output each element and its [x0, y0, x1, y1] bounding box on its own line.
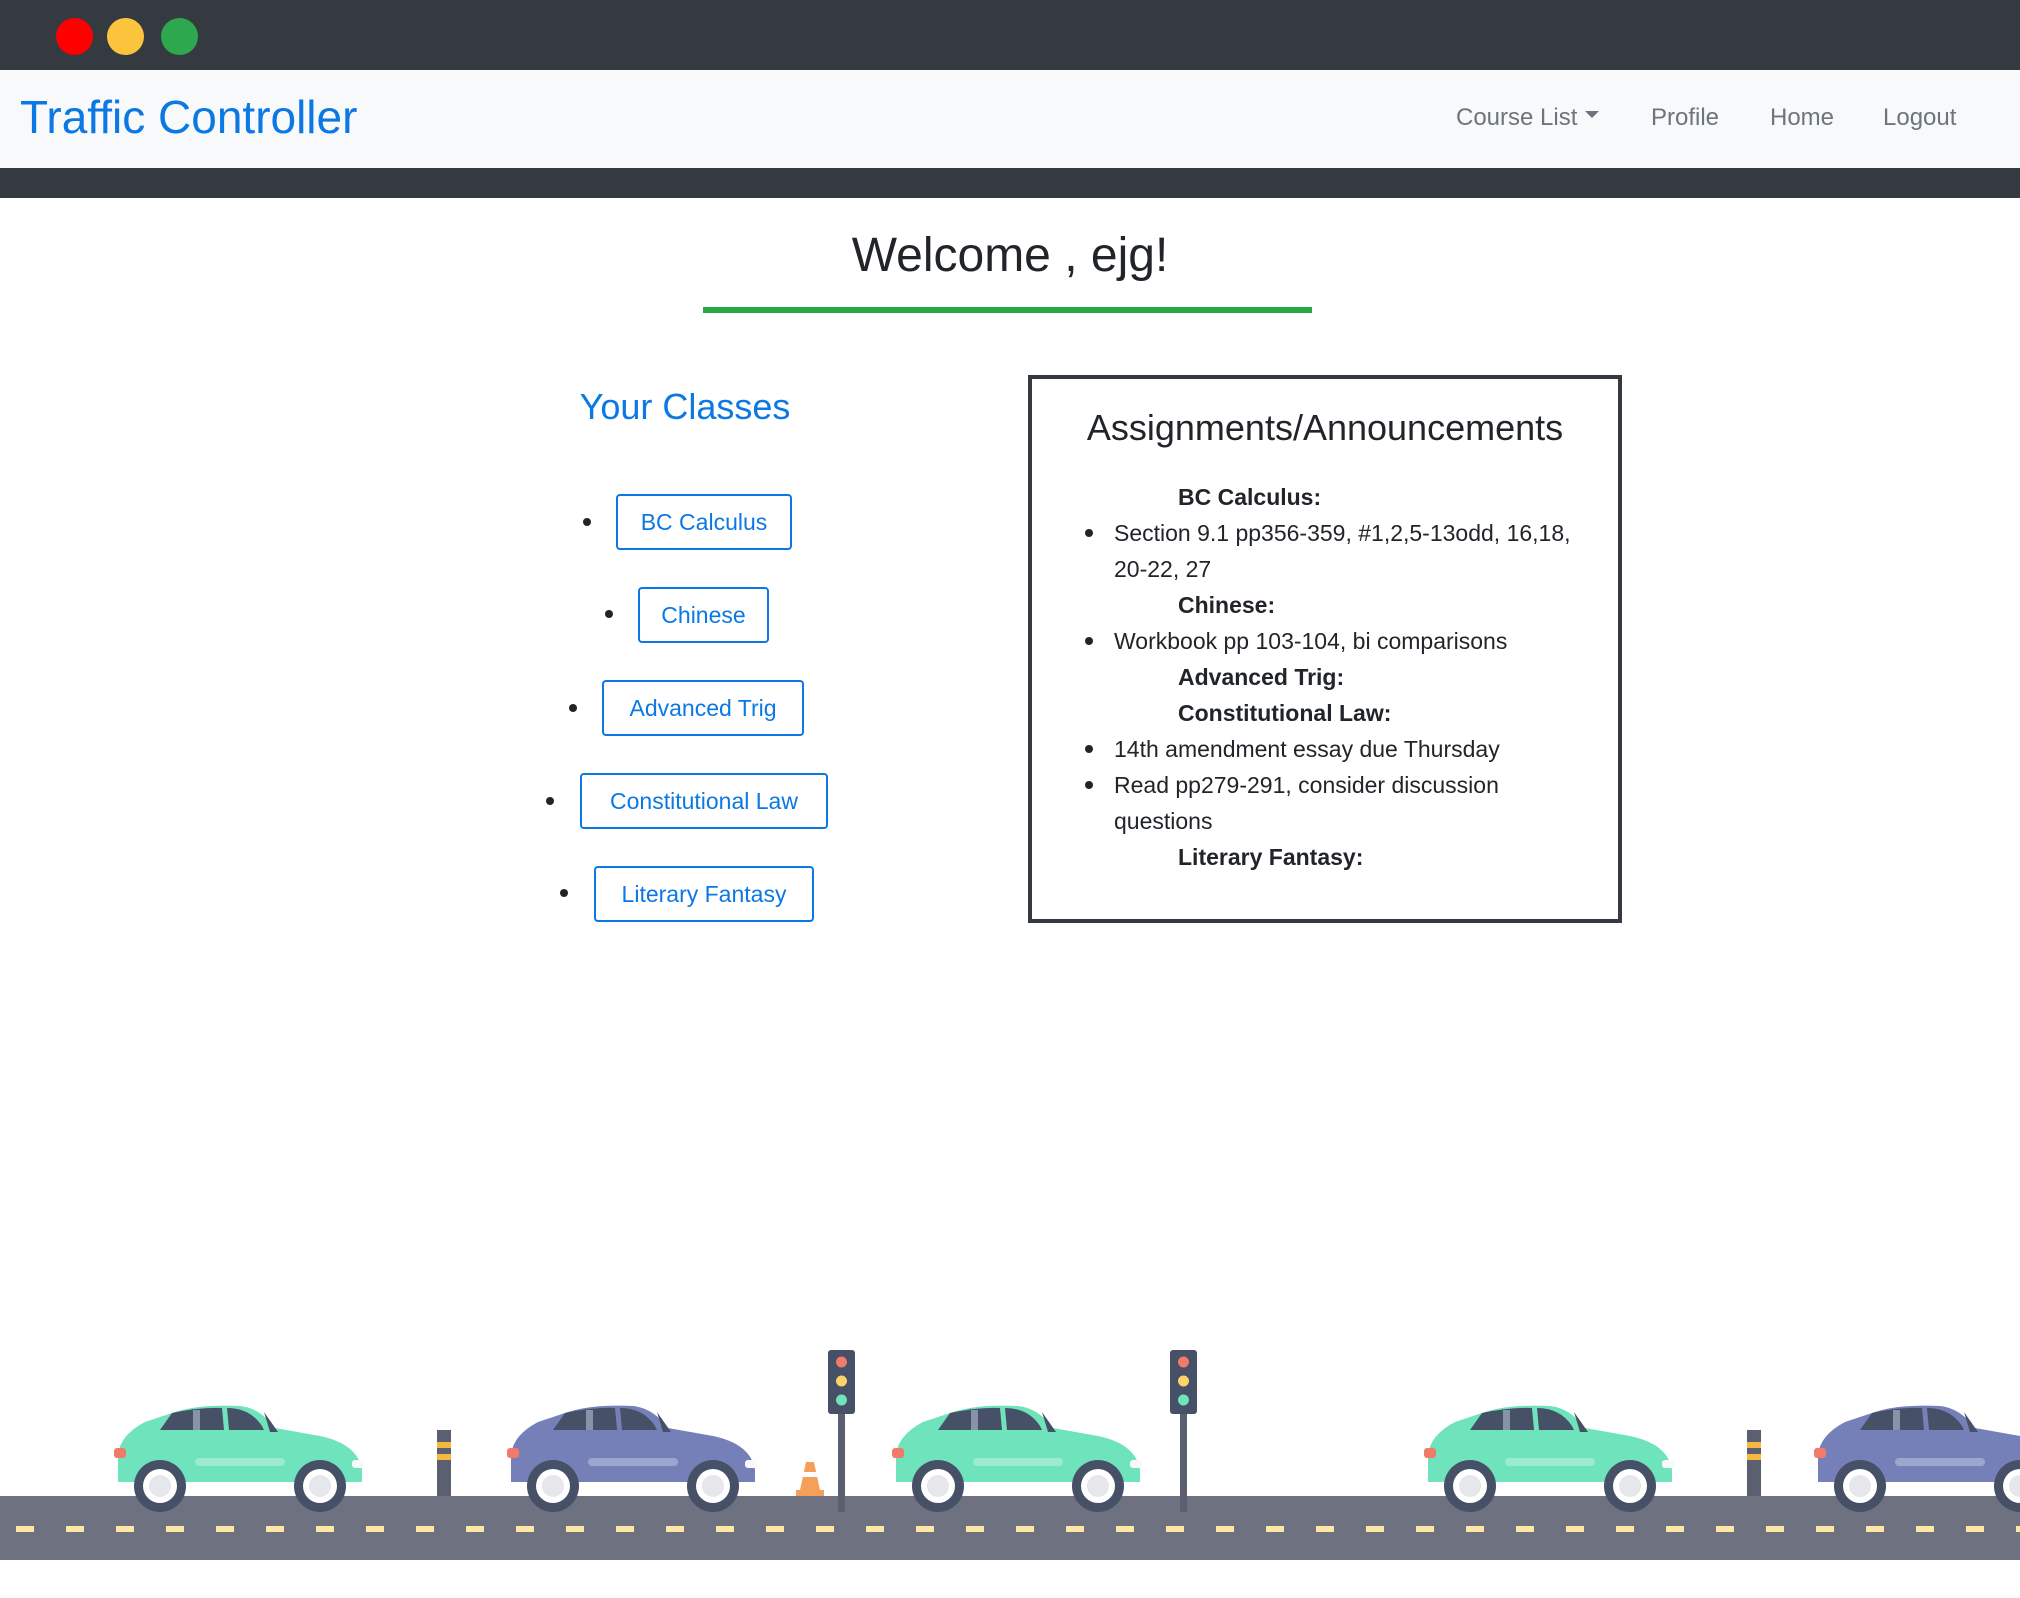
assignment-item: Read pp279-291, consider discussion ques…: [1080, 767, 1590, 839]
nav-profile-link[interactable]: Profile: [1651, 104, 1719, 132]
window-minimize-button[interactable]: [107, 18, 144, 55]
traffic-illustration: [0, 1350, 2020, 1560]
window-titlebar: [0, 0, 2020, 70]
your-classes-heading: Your Classes: [579, 386, 791, 427]
class-button-constitutional-law[interactable]: Constitutional Law: [580, 773, 828, 829]
course-heading: Advanced Trig:: [1178, 664, 1345, 690]
course-list-dropdown[interactable]: Course List: [1456, 104, 1600, 132]
window-close-button[interactable]: [56, 18, 93, 55]
class-button-chinese[interactable]: Chinese: [638, 587, 769, 643]
class-button-advanced-trig[interactable]: Advanced Trig: [602, 680, 804, 736]
course-heading: Literary Fantasy:: [1178, 844, 1364, 870]
list-bullet: [560, 889, 568, 897]
course-heading: BC Calculus:: [1178, 484, 1322, 510]
list-bullet: [569, 704, 577, 712]
list-bullet: [583, 518, 591, 526]
class-button-bc-calculus[interactable]: BC Calculus: [616, 494, 792, 550]
class-button-literary-fantasy[interactable]: Literary Fantasy: [594, 866, 814, 922]
traffic-light-icon: [828, 1350, 855, 1512]
navbar-underbar: [0, 168, 2020, 198]
window-maximize-button[interactable]: [161, 18, 198, 55]
bollard-icon: [437, 1430, 451, 1496]
welcome-heading: Welcome , ejg!: [851, 229, 1169, 282]
navbar: Traffic Controller Course List Profile H…: [0, 70, 2020, 168]
course-list-label: Course List: [1456, 104, 1578, 131]
caret-down-icon: [1585, 111, 1600, 119]
bollard-icon: [1747, 1430, 1761, 1496]
traffic-cone-icon: [796, 1462, 824, 1496]
assignment-item: Workbook pp 103-104, bi comparisons: [1080, 623, 1590, 659]
list-bullet: [605, 610, 613, 618]
assignments-heading: Assignments/Announcements: [1086, 407, 1564, 448]
traffic-light-icon: [1170, 1350, 1197, 1512]
nav-home-link[interactable]: Home: [1770, 104, 1834, 132]
list-bullet: [546, 797, 554, 805]
brand-link[interactable]: Traffic Controller: [20, 90, 357, 145]
assignment-item: Section 9.1 pp356-359, #1,2,5-13odd, 16,…: [1080, 515, 1590, 587]
course-heading: Constitutional Law:: [1178, 700, 1392, 726]
course-heading: Chinese:: [1178, 592, 1276, 618]
assignment-item: 14th amendment essay due Thursday: [1080, 731, 1590, 767]
nav-logout-link[interactable]: Logout: [1883, 104, 1956, 132]
welcome-underline: [703, 307, 1312, 313]
assignments-panel: Assignments/Announcements BC Calculus: S…: [1028, 375, 1622, 923]
assignments-list: BC Calculus: Section 9.1 pp356-359, #1,2…: [1080, 479, 1590, 875]
